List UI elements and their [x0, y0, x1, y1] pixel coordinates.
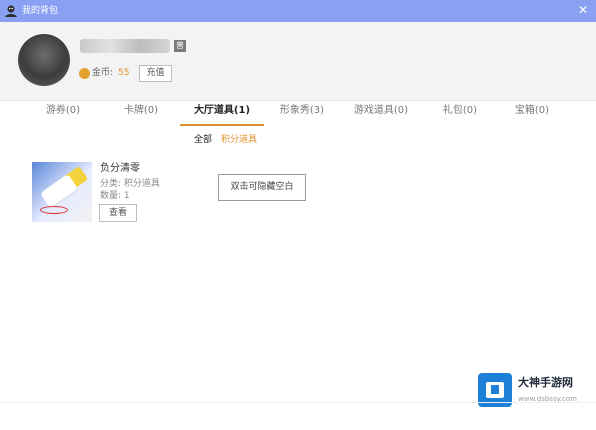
recharge-button[interactable]: 充值 [139, 65, 172, 82]
title-bar: 我的背包 ✕ [0, 0, 596, 22]
item-card[interactable]: 负分清零 分类: 积分道具 数量: 1 查看 [32, 160, 202, 226]
view-button[interactable]: 查看 [99, 204, 137, 222]
avatar [18, 34, 70, 86]
tab-cards[interactable]: 卡牌(0) [104, 100, 178, 124]
tab-treasure-boxes[interactable]: 宝箱(0) [500, 100, 564, 124]
coin-icon [79, 68, 90, 79]
profile-header: 普 金币: 55 充值 [0, 22, 596, 101]
coin-value: 55 [118, 68, 130, 78]
level-badge: 普 [174, 40, 186, 52]
category-tabs: 游券(0) 卡牌(0) 大厅道具(1) 形象秀(3) 游戏道具(0) 礼包(0)… [0, 100, 596, 126]
window-title: 我的背包 [22, 6, 59, 16]
tab-lobby-items[interactable]: 大厅道具(1) [180, 100, 264, 124]
bottom-divider [0, 402, 596, 403]
username-blurred [80, 39, 170, 53]
coin-label: 金币: [92, 68, 114, 78]
tab-coupons[interactable]: 游券(0) [26, 100, 100, 124]
subtab-all[interactable]: 全部 [194, 131, 212, 149]
tab-avatar-show[interactable]: 形象秀(3) [266, 100, 338, 124]
subtab-point-items[interactable]: 积分道具 [221, 131, 257, 149]
eraser-icon [32, 162, 92, 222]
tooltip: 双击可隐藏空白 [218, 174, 306, 201]
item-category: 分类: 积分道具 [100, 179, 160, 189]
watermark-title: 大神手游网 [518, 376, 573, 389]
subcategory-tabs: 全部 积分道具 [0, 131, 596, 151]
active-tab-indicator [180, 124, 264, 126]
tab-gift-packs[interactable]: 礼包(0) [428, 100, 492, 124]
tab-game-items[interactable]: 游戏道具(0) [340, 100, 422, 124]
item-name: 负分清零 [100, 163, 140, 174]
app-icon [5, 5, 17, 17]
item-quantity: 数量: 1 [100, 191, 130, 201]
close-icon[interactable]: ✕ [576, 3, 590, 17]
